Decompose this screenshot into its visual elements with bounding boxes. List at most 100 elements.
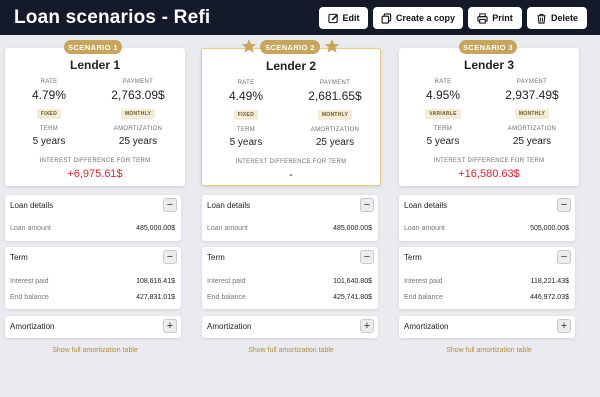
create-copy-button[interactable]: Create a copy: [373, 7, 463, 29]
payment-value: 2,681.65$: [308, 89, 362, 103]
payment-label: PAYMENT: [122, 79, 154, 85]
end-balance-value: 425,741.80$: [333, 294, 372, 301]
interest-difference-label: INTEREST DIFFERENCE FOR TERM: [39, 158, 151, 164]
rate-label: RATE: [237, 80, 255, 86]
payment-label: PAYMENT: [319, 80, 351, 86]
end-balance-row: End balance 427,831.01$: [10, 294, 175, 301]
loan-amount-value: 505,000.00$: [530, 225, 569, 232]
term-heading: Term: [207, 253, 225, 262]
amortization-heading: Amortization: [207, 322, 252, 331]
collapse-button[interactable]: −: [557, 198, 571, 212]
term-value: 5 years: [426, 136, 460, 147]
edit-icon: [327, 13, 338, 23]
loan-amount-row: Loan amount 485,000.00$: [207, 225, 372, 232]
scenario-badge-2: SCENARIO 2: [260, 40, 320, 54]
term-block: TERM 5 years: [11, 126, 87, 147]
edit-button[interactable]: Edit: [319, 7, 368, 29]
loan-amount-value: 485,000.00$: [136, 225, 175, 232]
interest-paid-row: Interest paid 101,640.80$: [207, 278, 372, 285]
expand-button[interactable]: +: [163, 319, 177, 333]
scenario-card-2[interactable]: Lender 2 RATE 4.49% FIXED PAYMENT 2,681.…: [201, 48, 381, 186]
print-button[interactable]: Print: [468, 7, 522, 29]
lender-name: Lender 3: [463, 58, 514, 72]
lender-name: Lender 2: [265, 59, 316, 73]
loan-amount-label: Loan amount: [10, 225, 51, 232]
rate-value: 4.79%: [31, 88, 67, 102]
expand-button[interactable]: +: [360, 319, 374, 333]
page-title: Loan scenarios - Refi: [14, 7, 211, 28]
collapse-button[interactable]: −: [360, 198, 374, 212]
term-heading: Term: [404, 253, 422, 262]
scenario-card-1[interactable]: Lender 1 RATE 4.79% FIXED PAYMENT 2,763.…: [5, 48, 185, 186]
loan-details-panel-3: Loan details − Loan amount 505,000.00$: [399, 195, 575, 241]
loan-amount-row: Loan amount 505,000.00$: [404, 225, 569, 232]
amortization-panel-2: Amortization +: [202, 316, 378, 338]
show-amortization-table-link[interactable]: Show full amortization table: [201, 347, 381, 354]
loan-amount-value: 485,000.00$: [333, 225, 372, 232]
rate-label: RATE: [434, 79, 452, 85]
term-panel-3: Term − Interest paid 118,221.43$ End bal…: [399, 247, 575, 309]
printer-icon: [477, 12, 488, 24]
amortization-block: AMORTIZATION 25 years: [97, 126, 179, 147]
payment-frequency-badge: MONTHLY: [317, 110, 353, 120]
amortization-value: 25 years: [118, 136, 158, 147]
interest-paid-row: Interest paid 118,221.43$: [404, 278, 569, 285]
end-balance-row: End balance 446,972.03$: [404, 294, 569, 301]
payment-value: 2,937.49$: [505, 88, 559, 102]
top-bar: Loan scenarios - Refi Edit Create a copy…: [0, 0, 600, 35]
term-panel-1: Term − Interest paid 108,616.41$ End bal…: [5, 247, 181, 309]
collapse-button[interactable]: −: [163, 198, 177, 212]
interest-paid-value: 118,221.43$: [530, 278, 569, 285]
term-label: TERM: [433, 126, 453, 132]
amortization-label: AMORTIZATION: [507, 126, 557, 132]
create-copy-button-label: Create a copy: [395, 13, 456, 23]
payment-label: PAYMENT: [516, 79, 548, 85]
interest-difference-value: -: [289, 169, 293, 181]
interest-paid-row: Interest paid 108,616.41$: [10, 278, 175, 285]
rate-value: 4.95%: [425, 88, 461, 102]
amortization-block: AMORTIZATION 25 years: [491, 126, 573, 147]
payment-frequency-badge: MONTHLY: [120, 109, 156, 119]
interest-difference-value: +16,580.63$: [458, 168, 520, 180]
collapse-button[interactable]: −: [360, 250, 374, 264]
term-value: 5 years: [32, 136, 66, 147]
delete-button[interactable]: Delete: [527, 7, 587, 29]
collapse-button[interactable]: −: [557, 250, 571, 264]
payment-block: PAYMENT 2,937.49$ MONTHLY: [491, 79, 573, 120]
rate-type-badge: FIXED: [36, 109, 62, 119]
interest-difference-label: INTEREST DIFFERENCE FOR TERM: [433, 158, 545, 164]
loan-amount-label: Loan amount: [404, 225, 445, 232]
end-balance-row: End balance 425,741.80$: [207, 294, 372, 301]
amortization-label: AMORTIZATION: [310, 127, 360, 133]
loan-details-panel-2: Loan details − Loan amount 485,000.00$: [202, 195, 378, 241]
end-balance-value: 446,972.03$: [530, 294, 569, 301]
end-balance-value: 427,831.01$: [136, 294, 175, 301]
interest-paid-label: Interest paid: [207, 278, 246, 285]
term-value: 5 years: [229, 137, 263, 148]
loan-amount-label: Loan amount: [207, 225, 248, 232]
loan-details-heading: Loan details: [10, 201, 54, 210]
interest-paid-value: 108,616.41$: [136, 278, 175, 285]
rate-block: RATE 4.49% FIXED: [208, 80, 284, 121]
term-block: TERM 5 years: [405, 126, 481, 147]
interest-difference-value: +6,975.61$: [67, 168, 123, 180]
trash-icon: [537, 13, 546, 24]
rate-value: 4.49%: [228, 89, 264, 103]
rate-block: RATE 4.79% FIXED: [11, 79, 87, 120]
collapse-button[interactable]: −: [163, 250, 177, 264]
amortization-value: 25 years: [315, 137, 355, 148]
end-balance-label: End balance: [404, 294, 443, 301]
scenario-card-3[interactable]: Lender 3 RATE 4.95% VARIABLE PAYMENT 2,9…: [399, 48, 579, 186]
scenario-badge-1: SCENARIO 1: [64, 40, 122, 54]
loan-details-heading: Loan details: [404, 201, 448, 210]
show-amortization-table-link[interactable]: Show full amortization table: [399, 347, 579, 354]
term-heading: Term: [10, 253, 28, 262]
show-amortization-table-link[interactable]: Show full amortization table: [5, 347, 185, 354]
amortization-heading: Amortization: [404, 322, 449, 331]
payment-block: PAYMENT 2,681.65$ MONTHLY: [294, 80, 376, 121]
end-balance-label: End balance: [10, 294, 49, 301]
expand-button[interactable]: +: [557, 319, 571, 333]
interest-difference-label: INTEREST DIFFERENCE FOR TERM: [235, 159, 347, 165]
interest-paid-label: Interest paid: [404, 278, 443, 285]
edit-button-label: Edit: [342, 13, 360, 23]
